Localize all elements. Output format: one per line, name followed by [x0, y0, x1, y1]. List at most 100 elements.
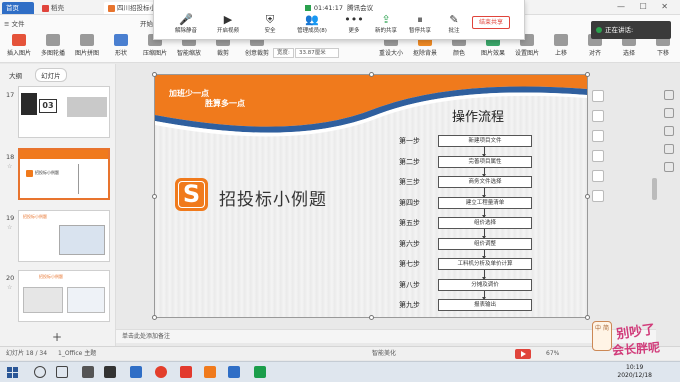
slide-thumbnail-selected[interactable]: 招投标小例题: [18, 148, 110, 200]
ribbon-button[interactable]: 图片拼图: [70, 34, 104, 57]
ribbon-button-label: 创意裁剪: [244, 50, 269, 57]
ribbon-tab-start[interactable]: 开始: [140, 18, 153, 28]
smart-beautify-button[interactable]: 智能美化: [372, 347, 396, 360]
slide-thumbnail[interactable]: 招投标小例题: [18, 210, 110, 262]
style-icon[interactable]: [592, 170, 604, 182]
flow-title[interactable]: 操作流程: [452, 106, 504, 125]
ribbon-button[interactable]: 插入图片: [2, 34, 36, 57]
meeting-button-label: 新的共享: [374, 28, 397, 34]
wps-icon[interactable]: [180, 366, 192, 378]
flow-step-label: 第七步: [399, 260, 420, 268]
ribbon-button-label: 图片拼图: [74, 50, 99, 57]
thumb-title: 招投标小例题: [35, 170, 59, 175]
ribbon-button-label: 下移: [656, 50, 669, 57]
browser-icon[interactable]: [155, 366, 167, 378]
slide-number: 18: [6, 153, 15, 161]
slide-title[interactable]: 招投标小例题: [219, 185, 327, 210]
task-view-icon[interactable]: [56, 366, 68, 378]
star-icon: ☆: [7, 224, 13, 231]
vertical-scrollbar[interactable]: [652, 178, 657, 200]
flow-step-label: 第五步: [399, 219, 420, 227]
meeting-button[interactable]: 👥 管理成员(8): [294, 13, 330, 34]
sticker-line-2: 会长胖呢: [611, 340, 661, 358]
add-slide-button[interactable]: +: [52, 330, 62, 344]
zoom-icon[interactable]: [592, 110, 604, 122]
system-clock[interactable]: 10:19 2020/12/18: [617, 364, 652, 380]
notes-area[interactable]: 单击此处添加备注: [116, 329, 656, 343]
slide-canvas[interactable]: 加班少一点 胜算多一点 S 招投标小例题 操作流程 第一步 新建项目文件 第二步 完善…: [154, 74, 588, 318]
speaking-indicator: 正在讲话:: [591, 21, 671, 39]
app-icon[interactable]: [254, 366, 266, 378]
slide-counter: 幻灯片 18 / 34: [6, 350, 48, 357]
width-input[interactable]: 33.87厘米: [295, 48, 339, 58]
resize-handle[interactable]: [369, 315, 374, 320]
tab-slides[interactable]: 幻灯片: [35, 68, 67, 82]
copy-icon[interactable]: [592, 150, 604, 162]
flow-step-box: 工料机分析及单价计算: [438, 258, 532, 270]
members-icon: 👥: [305, 13, 319, 26]
ribbon-button[interactable]: 上移: [544, 34, 578, 57]
flow-step-box: 完善项目属性: [438, 155, 532, 168]
logo-letter: S: [182, 180, 201, 208]
search-icon[interactable]: [34, 366, 46, 378]
window-controls[interactable]: — ☐ ✕: [617, 2, 674, 11]
clock-time: 10:19: [626, 364, 644, 371]
meeting-button[interactable]: ▶ 开启视频: [210, 13, 246, 34]
resize-handle[interactable]: [152, 72, 157, 77]
ribbon-button-label: 压缩图片: [142, 50, 167, 57]
tab-docer[interactable]: 稻壳: [38, 2, 98, 14]
meeting-toolbar: 01:41:17 腾讯会议 🎤 解除静音 ▶ 开启视频 ⛨ 安全 👥 管理成员(8) ••• 更多…: [153, 0, 525, 40]
slide-thumbnail[interactable]: 03: [18, 86, 110, 138]
end-share-button[interactable]: 结束共享: [472, 16, 510, 29]
resize-handle[interactable]: [152, 194, 157, 199]
play-icon[interactable]: [515, 349, 531, 359]
windows-start-icon[interactable]: [7, 367, 18, 378]
pointer-icon[interactable]: [664, 90, 674, 100]
pen-icon[interactable]: [664, 144, 674, 154]
file-menu[interactable]: ≡ 文件: [4, 18, 25, 28]
meeting-button-label: 安全: [264, 28, 276, 34]
ribbon-button-icon: [12, 34, 26, 46]
tab-outline[interactable]: 大纲: [4, 69, 27, 81]
flow-step-box: 建立工程量清单: [438, 196, 532, 209]
ribbon-button[interactable]: 多图轮播: [36, 34, 70, 57]
crop-icon[interactable]: [592, 130, 604, 142]
ribbon-button[interactable]: 形状: [104, 34, 138, 57]
meeting-button[interactable]: 🎤 解除静音: [168, 13, 204, 34]
settings-icon[interactable]: [592, 190, 604, 202]
meeting-button[interactable]: ⏸ 暂停共享: [402, 13, 438, 34]
meeting-button[interactable]: ✎ 批注: [436, 13, 472, 34]
meeting-app-icon[interactable]: [228, 366, 240, 378]
docer-icon: [42, 4, 49, 12]
flow-arrow: [482, 290, 486, 300]
app-icon[interactable]: [82, 366, 94, 378]
slide-thumbnail[interactable]: 招投标小例题: [18, 270, 110, 322]
status-bar: 幻灯片 18 / 34 1_Office 主题 智能美化 67%: [0, 346, 680, 360]
more-icon: •••: [344, 13, 364, 26]
resize-handle[interactable]: [585, 72, 590, 77]
thumb-logo: [26, 170, 33, 177]
tab-home[interactable]: 首页: [2, 2, 34, 14]
zoom-level[interactable]: 67%: [546, 347, 559, 360]
flow-step-label: 第三步: [399, 178, 420, 186]
taskbar: 10:19 2020/12/18: [0, 361, 680, 382]
tag-icon[interactable]: [664, 162, 674, 172]
meeting-button[interactable]: ⛨ 安全: [252, 13, 288, 34]
app-icon[interactable]: [130, 366, 142, 378]
sogou-icon[interactable]: [204, 366, 216, 378]
list-icon[interactable]: [664, 108, 674, 118]
annotate-icon: ✎: [449, 13, 459, 26]
meeting-button[interactable]: ⇪ 新的共享: [368, 13, 404, 34]
layers-icon[interactable]: [592, 90, 604, 102]
resize-handle[interactable]: [369, 72, 374, 77]
video-icon: ▶: [223, 13, 233, 26]
resize-handle[interactable]: [585, 194, 590, 199]
sogou-logo-icon: S: [175, 178, 208, 211]
shape-icon[interactable]: [664, 126, 674, 136]
resize-handle[interactable]: [152, 315, 157, 320]
ribbon-button-icon: [554, 34, 568, 46]
meeting-button[interactable]: ••• 更多: [336, 13, 372, 34]
app-icon[interactable]: [104, 366, 116, 378]
meeting-app-name: 腾讯会议: [347, 4, 374, 12]
thumb-title: 招投标小例题: [23, 214, 47, 219]
